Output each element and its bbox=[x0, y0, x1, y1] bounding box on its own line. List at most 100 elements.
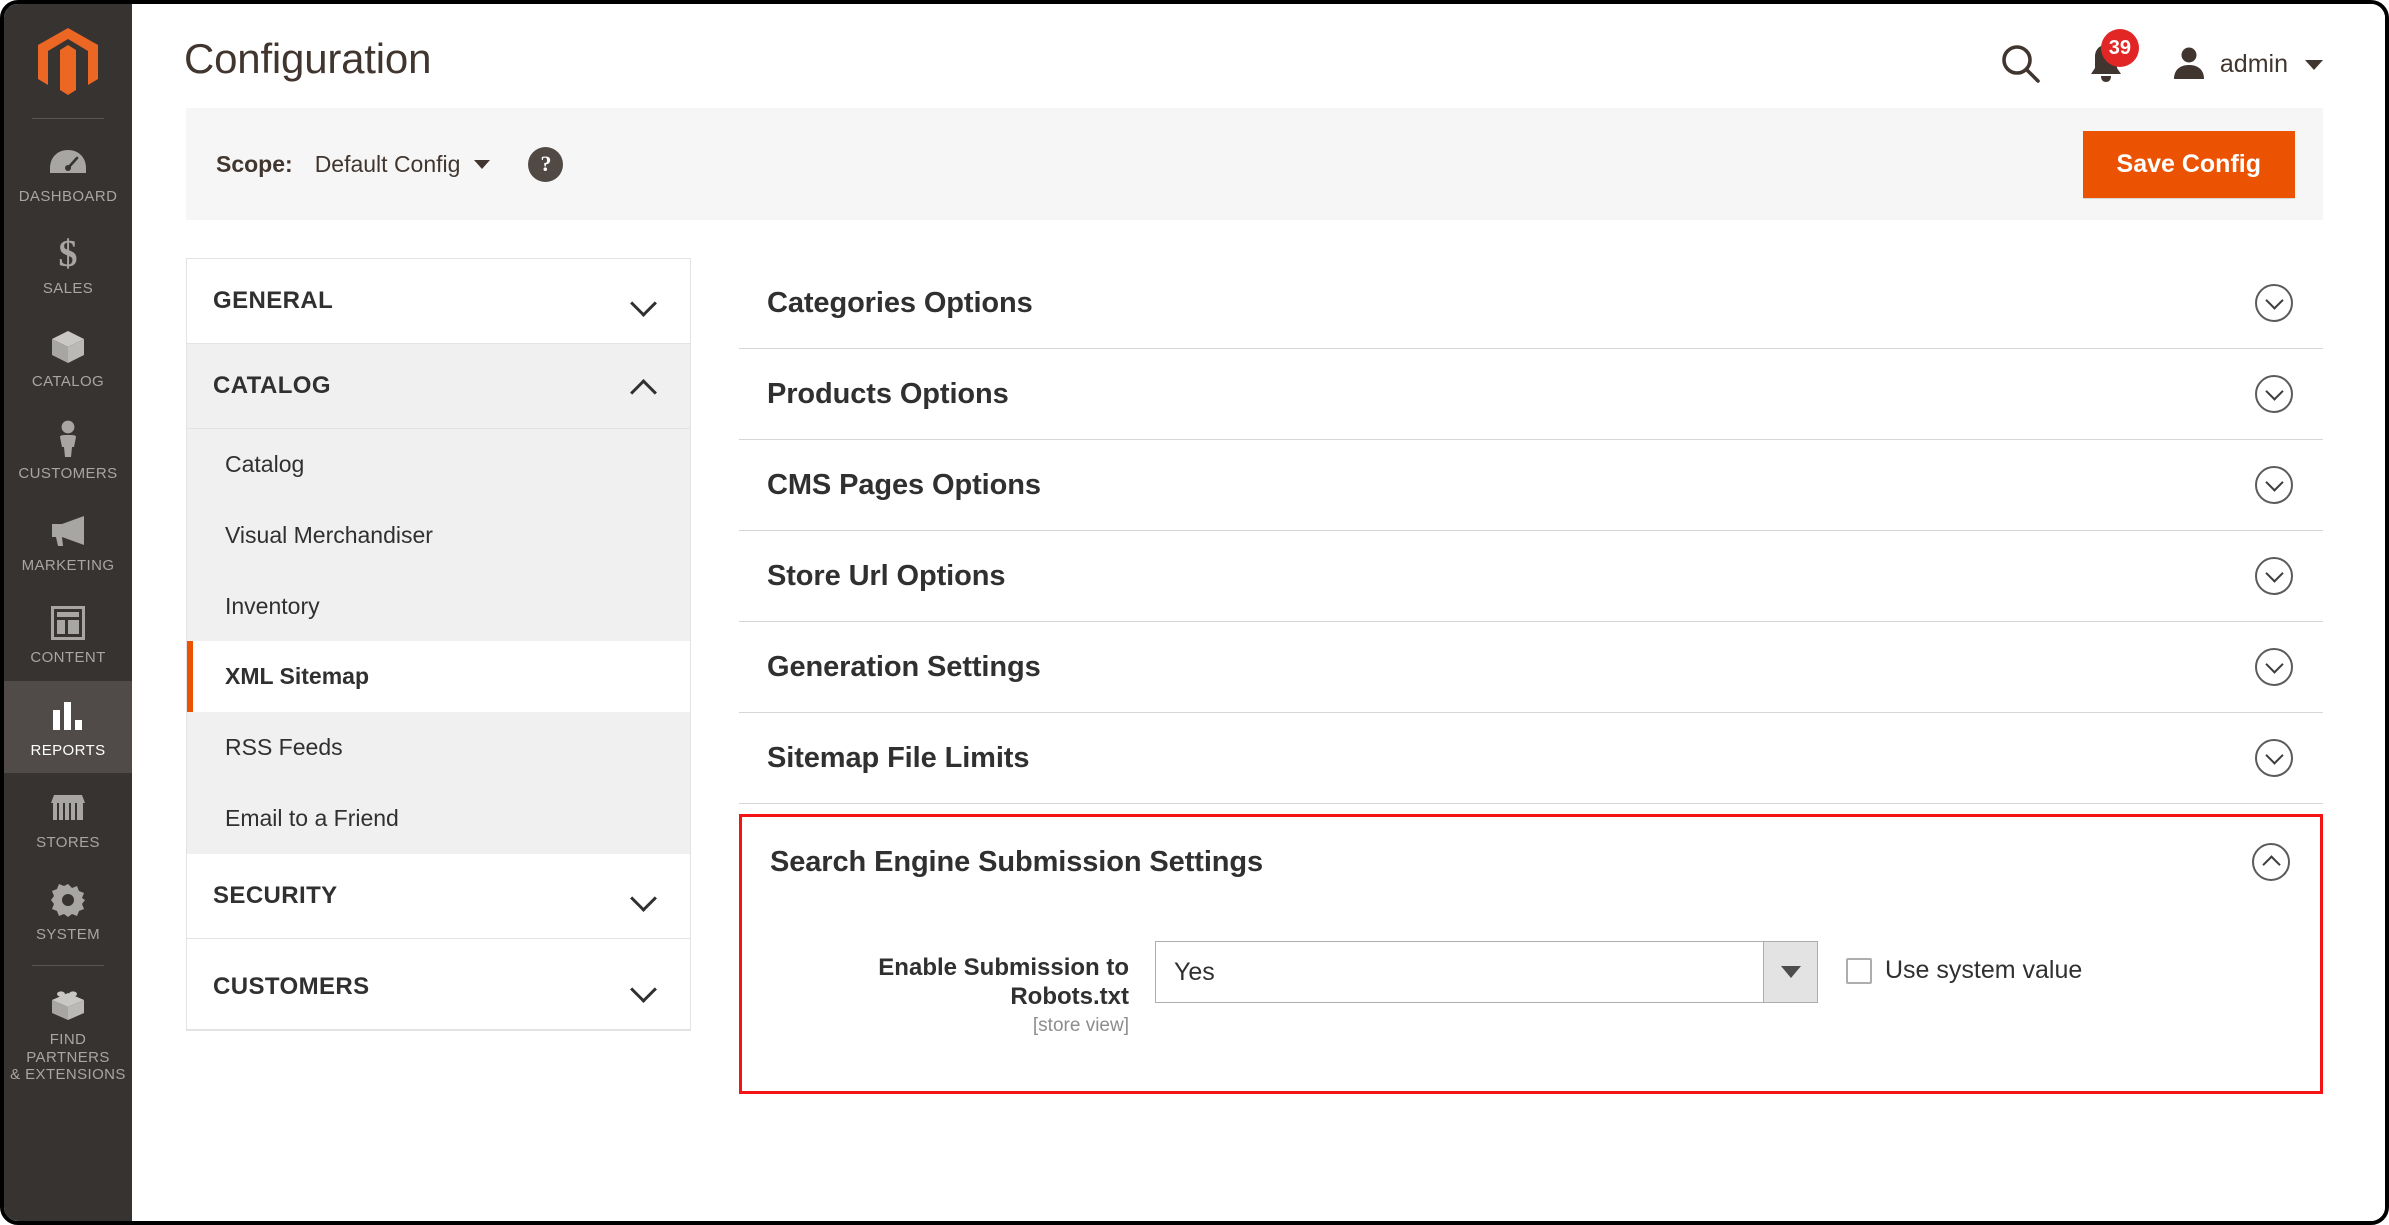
field-label-group: Enable Submission to Robots.txt [store v… bbox=[770, 941, 1155, 1037]
layout-icon bbox=[51, 604, 85, 642]
nav-section-customers[interactable]: CUSTOMERS bbox=[187, 938, 690, 1030]
sidebar-item-label: SYSTEM bbox=[35, 926, 101, 943]
nav-sub-list-catalog: Catalog Visual Merchandiser Inventory XM… bbox=[187, 429, 690, 854]
sidebar-item-label: MARKETING bbox=[21, 557, 115, 574]
box-icon bbox=[49, 328, 87, 366]
chevron-down-icon[interactable] bbox=[2255, 648, 2293, 686]
config-section-header[interactable]: Products Options bbox=[739, 349, 2323, 439]
admin-user-menu[interactable]: admin bbox=[2171, 44, 2323, 85]
chevron-down-icon[interactable] bbox=[2255, 284, 2293, 322]
scope-controls: Scope: Default Config ? bbox=[216, 146, 564, 182]
magento-logo[interactable] bbox=[4, 18, 132, 118]
sidebar-item-label: CONTENT bbox=[30, 649, 106, 667]
megaphone-icon bbox=[48, 512, 88, 550]
config-section-generation-settings: Generation Settings bbox=[739, 622, 2323, 713]
save-config-button[interactable]: Save Config bbox=[2082, 130, 2295, 198]
sidebar-item-label: FIND PARTNERS & EXTENSIONS bbox=[10, 1031, 126, 1083]
enable-submission-select[interactable]: Yes bbox=[1155, 941, 1818, 1003]
admin-user-name: admin bbox=[2219, 50, 2288, 78]
sidebar-item-marketing[interactable]: MARKETING bbox=[4, 496, 132, 588]
page-title: Configuration bbox=[184, 35, 432, 82]
config-section-categories-options: Categories Options bbox=[739, 258, 2323, 349]
chevron-down-icon[interactable] bbox=[1763, 942, 1817, 1002]
lego-brick-icon bbox=[49, 986, 87, 1024]
nav-section-security[interactable]: SECURITY bbox=[187, 853, 690, 939]
sidebar-item-catalog[interactable]: CATALOG bbox=[4, 312, 132, 404]
search-button[interactable] bbox=[1999, 42, 2041, 87]
field-scope-note: [store view] bbox=[1032, 1014, 1129, 1036]
config-section-header[interactable]: Store Url Options bbox=[739, 531, 2323, 621]
chevron-down-icon bbox=[632, 980, 656, 994]
scope-selector[interactable]: Default Config bbox=[315, 151, 491, 178]
nav-section-label: SECURITY bbox=[213, 881, 338, 909]
config-section-header[interactable]: Search Engine Submission Settings bbox=[742, 817, 2320, 907]
chevron-down-icon[interactable] bbox=[2255, 739, 2293, 777]
svg-text:$: $ bbox=[59, 235, 78, 273]
sidebar-item-visual-merchandiser[interactable]: Visual Merchandiser bbox=[187, 500, 690, 571]
config-section-body: Enable Submission to Robots.txt [store v… bbox=[742, 907, 2320, 1091]
sidebar-item-reports[interactable]: REPORTS bbox=[4, 680, 132, 773]
field-label: Enable Submission to Robots.txt bbox=[878, 954, 1129, 1010]
sidebar-divider-bottom bbox=[32, 965, 104, 967]
scope-bar: Scope: Default Config ? Save Config bbox=[186, 108, 2323, 220]
admin-sidebar: DASHBOARD $ SALES CATALOG CUSTOMERS MARK… bbox=[4, 4, 132, 1221]
sidebar-item-rss-feeds[interactable]: RSS Feeds bbox=[187, 712, 690, 783]
chevron-down-icon[interactable] bbox=[2255, 557, 2293, 595]
main-content-area: Configuration 39 admin Scope: Default Co… bbox=[132, 4, 2385, 1221]
gear-icon bbox=[51, 881, 85, 919]
sidebar-item-email-to-a-friend[interactable]: Email to a Friend bbox=[187, 783, 690, 854]
config-section-cms-pages-options: CMS Pages Options bbox=[739, 440, 2323, 531]
sidebar-item-label: CUSTOMERS bbox=[18, 464, 118, 482]
sidebar-item-sales[interactable]: $ SALES bbox=[4, 219, 132, 311]
config-section-header[interactable]: Generation Settings bbox=[739, 622, 2323, 712]
sidebar-item-dashboard[interactable]: DASHBOARD bbox=[4, 127, 132, 219]
sidebar-item-stores[interactable]: STORES bbox=[4, 773, 132, 865]
chevron-down-icon bbox=[632, 294, 656, 308]
config-section-title: Store Url Options bbox=[767, 559, 1006, 592]
config-section-header[interactable]: Sitemap File Limits bbox=[739, 713, 2323, 803]
config-section-title: Sitemap File Limits bbox=[767, 741, 1030, 774]
sidebar-item-label: STORES bbox=[36, 833, 100, 851]
sidebar-item-label: DASHBOARD bbox=[18, 188, 118, 205]
config-section-title: CMS Pages Options bbox=[767, 468, 1041, 501]
config-section-header[interactable]: Categories Options bbox=[739, 258, 2323, 348]
chevron-up-icon[interactable] bbox=[2252, 843, 2290, 881]
chevron-down-icon[interactable] bbox=[2255, 375, 2293, 413]
configuration-nav-panel: GENERAL CATALOG Catalog Visual Merchandi… bbox=[186, 258, 691, 1031]
sidebar-item-system[interactable]: SYSTEM bbox=[4, 865, 132, 957]
nav-section-general[interactable]: GENERAL bbox=[187, 259, 690, 344]
chevron-up-icon bbox=[632, 379, 656, 393]
notification-count-badge: 39 bbox=[2100, 29, 2139, 67]
magento-logo-icon bbox=[38, 28, 98, 95]
nav-section-label: CATALOG bbox=[213, 372, 331, 399]
sidebar-item-customers[interactable]: CUSTOMERS bbox=[4, 404, 132, 496]
config-section-header[interactable]: CMS Pages Options bbox=[739, 440, 2323, 530]
chevron-down-icon[interactable] bbox=[2255, 466, 2293, 504]
sidebar-item-xml-sitemap[interactable]: XML Sitemap bbox=[187, 641, 690, 712]
config-section-title: Generation Settings bbox=[767, 650, 1041, 683]
config-section-title: Products Options bbox=[767, 377, 1009, 410]
sidebar-item-label: SALES bbox=[42, 280, 94, 298]
sidebar-item-catalog[interactable]: Catalog bbox=[187, 429, 690, 500]
config-section-title: Search Engine Submission Settings bbox=[770, 845, 1264, 878]
sidebar-item-label: REPORTS bbox=[30, 741, 106, 759]
nav-section-label: CUSTOMERS bbox=[213, 972, 370, 1000]
checkbox-box[interactable] bbox=[1846, 957, 1872, 984]
sidebar-item-inventory[interactable]: Inventory bbox=[187, 571, 690, 642]
chevron-down-icon bbox=[2305, 59, 2323, 70]
notifications-button[interactable]: 39 bbox=[2087, 29, 2139, 87]
nav-section-catalog[interactable]: CATALOG bbox=[187, 344, 690, 429]
sidebar-item-find-partners-extensions[interactable]: FIND PARTNERS & EXTENSIONS bbox=[4, 970, 132, 1097]
sidebar-divider-top bbox=[32, 118, 104, 119]
dashboard-icon bbox=[49, 143, 87, 181]
config-section-search-engine-submission-settings: Search Engine Submission Settings Enable… bbox=[739, 814, 2323, 1094]
use-system-value-checkbox[interactable]: Use system value bbox=[1846, 941, 2082, 985]
config-section-products-options: Products Options bbox=[739, 349, 2323, 440]
header-actions: 39 admin bbox=[1999, 29, 2323, 87]
configuration-sections-panel: Categories Options Products Options CMS … bbox=[739, 258, 2323, 1094]
sidebar-item-content[interactable]: CONTENT bbox=[4, 588, 132, 680]
user-avatar-icon bbox=[2171, 44, 2207, 85]
scope-help-button[interactable]: ? bbox=[528, 146, 564, 182]
use-system-value-label: Use system value bbox=[1885, 956, 2083, 984]
nav-section-label: GENERAL bbox=[213, 287, 334, 314]
